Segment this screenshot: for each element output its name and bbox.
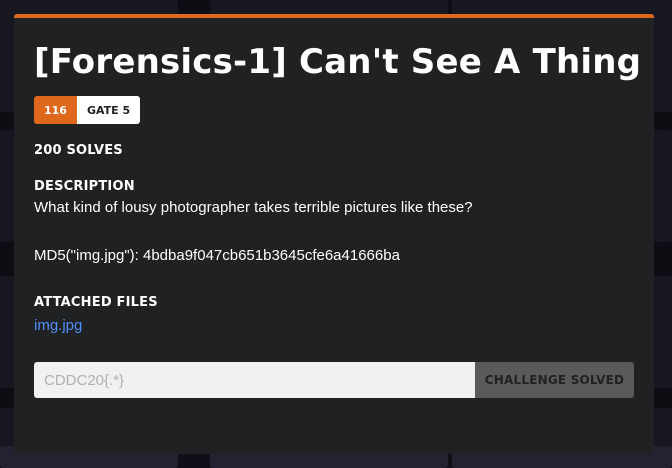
gate-badge: GATE 5 [76,96,141,124]
challenge-solved-button[interactable]: CHALLENGE SOLVED [475,362,634,398]
challenge-badges: 116 GATE 5 [34,96,634,124]
challenge-modal: [Forensics-1] Can't See A Thing 116 GATE… [14,14,654,454]
attached-files-label: ATTACHED FILES [34,295,158,310]
points-badge: 116 [34,96,77,124]
md5-hash-text: MD5("img.jpg"): 4bdba9f047cb651b3645cfe6… [34,247,400,264]
description-text: What kind of lousy photographer takes te… [34,199,473,216]
attached-file-link[interactable]: img.jpg [34,316,82,336]
challenge-title: [Forensics-1] Can't See A Thing [34,42,642,82]
flag-input[interactable] [34,362,475,398]
solves-count: 200 SOLVES [34,143,123,158]
flag-submit-row: CHALLENGE SOLVED [34,362,634,398]
description-label: DESCRIPTION [34,179,135,194]
